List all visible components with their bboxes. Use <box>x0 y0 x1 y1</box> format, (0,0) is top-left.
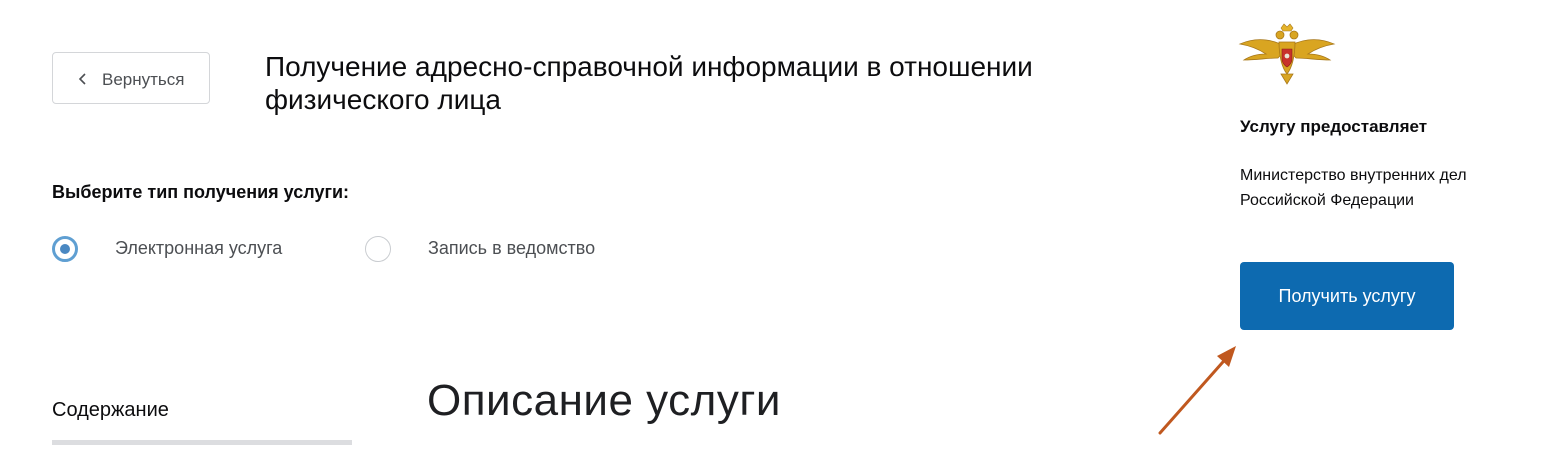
page-title: Получение адресно-справочной информации … <box>265 51 1033 115</box>
contents-tab-underline <box>52 440 352 445</box>
back-button-label: Вернуться <box>102 70 185 89</box>
back-button[interactable]: Вернуться <box>52 52 210 104</box>
service-type-heading: Выберите тип получения услуги: <box>52 182 350 202</box>
annotation-arrow-icon <box>1158 346 1236 435</box>
provider-name: Министерство внутренних дел Российской Ф… <box>1240 167 1467 209</box>
emblem-icon <box>1238 23 1336 85</box>
radio-electronic-service[interactable] <box>52 236 78 262</box>
chevron-left-icon <box>78 73 86 85</box>
service-description-heading: Описание услуги <box>427 376 781 425</box>
radio-selected-dot <box>60 244 70 254</box>
radio-office-appointment-label[interactable]: Запись в ведомство <box>428 238 595 259</box>
contents-tab[interactable]: Содержание <box>52 399 169 422</box>
provider-heading: Услугу предоставляет <box>1240 117 1428 136</box>
get-service-button[interactable]: Получить услугу <box>1240 262 1454 330</box>
radio-office-appointment[interactable] <box>365 236 391 262</box>
radio-electronic-service-label[interactable]: Электронная услуга <box>115 238 282 259</box>
